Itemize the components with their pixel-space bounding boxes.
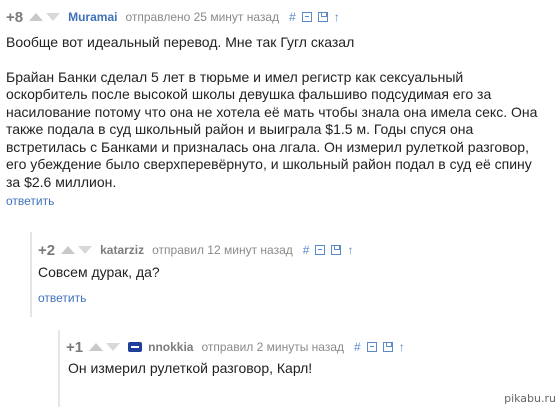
comment-time: отправил 12 минут назад (152, 243, 293, 257)
comment-time: отправил 2 минуты назад (201, 340, 345, 354)
comment-text-line: Он измерил рулеткой разговор, Карл! (68, 360, 313, 376)
comment-text-line: встретилась с Банками и призналась она л… (6, 138, 529, 155)
reply-link[interactable]: ответить (6, 194, 54, 208)
comment-header: +1 nnokkia отправил 2 минуты назад # ↑ (66, 338, 405, 356)
link-icon[interactable]: # (354, 341, 361, 353)
comment-time: отправлено 25 минут назад (125, 10, 280, 24)
collapse-icon[interactable] (366, 342, 377, 352)
watermark: pikabu.ru (504, 392, 556, 405)
comment-tools: # ↑ (354, 340, 405, 354)
link-icon[interactable]: # (289, 11, 296, 23)
vote-down-icon[interactable] (46, 13, 61, 21)
comment-header: +8 Muramai отправлено 25 минут назад # ↑ (6, 8, 340, 26)
comment-text: Он измерил рулеткой разговор, Карл! (68, 360, 548, 378)
comment-rating: +8 (6, 8, 24, 26)
comment-text-line: Совсем дурак, да? (38, 264, 160, 280)
link-icon[interactable]: # (303, 244, 310, 256)
avatar[interactable] (128, 342, 143, 352)
collapse-icon[interactable] (315, 245, 326, 255)
parent-arrow-icon[interactable]: ↑ (334, 10, 340, 24)
comment-1: +8 Muramai отправлено 25 минут назад # ↑… (0, 0, 560, 215)
comment-text-line: Вообще вот идеальный перевод. Мне так Гу… (6, 34, 355, 50)
comment-tools: # ↑ (289, 10, 340, 24)
comment-rating: +1 (66, 338, 84, 356)
comment-header: +2 katarziz отправил 12 минут назад # ↑ (38, 241, 353, 259)
comment-text: Совсем дурак, да? (38, 264, 538, 282)
save-icon[interactable] (331, 245, 342, 255)
comment-text-line: оскорбитель после высокой школы девушка … (6, 86, 492, 102)
vote-up-icon[interactable] (89, 343, 104, 351)
comment-author[interactable]: katarziz (100, 243, 144, 257)
comment-tools: # ↑ (303, 243, 354, 257)
comment-text-line: насилование потому что она не хотела её … (6, 103, 538, 120)
vote-down-icon[interactable] (106, 343, 121, 351)
comment-3: +1 nnokkia отправил 2 минуты назад # ↑ О… (58, 330, 560, 407)
comment-rating: +2 (38, 241, 56, 259)
comment-text-line (6, 52, 546, 69)
parent-arrow-icon[interactable]: ↑ (347, 243, 353, 257)
vote-down-icon[interactable] (78, 246, 93, 254)
vote-up-icon[interactable] (29, 13, 44, 21)
vote-up-icon[interactable] (61, 246, 76, 254)
save-icon[interactable] (317, 12, 328, 22)
comment-text-line: Брайан Банки сделал 5 лет в тюрьме и име… (6, 68, 464, 85)
save-icon[interactable] (382, 342, 393, 352)
comment-text-line: за $2.6 миллион. (6, 173, 117, 190)
comment-author[interactable]: Muramai (68, 10, 117, 24)
comment-text-line: его убеждение было сверхперевёрнуто, и ш… (6, 156, 532, 172)
collapse-icon[interactable] (301, 12, 312, 22)
parent-arrow-icon[interactable]: ↑ (399, 340, 405, 354)
comment-2: +2 katarziz отправил 12 минут назад # ↑ … (30, 232, 560, 317)
comment-author[interactable]: nnokkia (148, 340, 193, 354)
comment-text-line: также подала в суд школьный район и выиг… (6, 121, 474, 137)
reply-link[interactable]: ответить (38, 291, 86, 305)
comment-text: Вообще вот идеальный перевод. Мне так Гу… (6, 34, 546, 191)
